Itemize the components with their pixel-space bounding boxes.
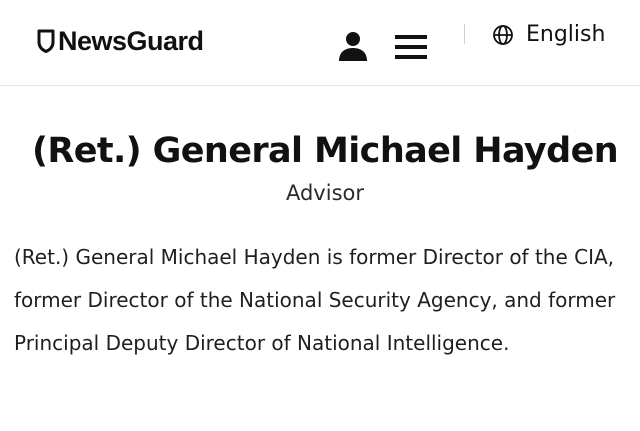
account-button[interactable] [336, 29, 370, 63]
header-divider [464, 24, 465, 44]
language-selector[interactable]: English [492, 20, 605, 50]
site-header: NewsGuard English [0, 0, 640, 86]
advisor-bio: (Ret.) General Michael Hayden is former … [14, 245, 616, 355]
shield-icon [37, 29, 55, 53]
globe-icon [493, 25, 513, 45]
user-icon [339, 32, 367, 61]
logo-text: NewsGuard [58, 26, 204, 56]
menu-button[interactable] [395, 33, 427, 61]
hamburger-menu-icon [395, 35, 427, 59]
advisor-name: (Ret.) General Michael Hayden [31, 131, 619, 171]
advisor-role: Advisor [285, 181, 364, 205]
newsguard-logo[interactable]: NewsGuard [36, 27, 204, 55]
language-label: English [526, 22, 606, 47]
